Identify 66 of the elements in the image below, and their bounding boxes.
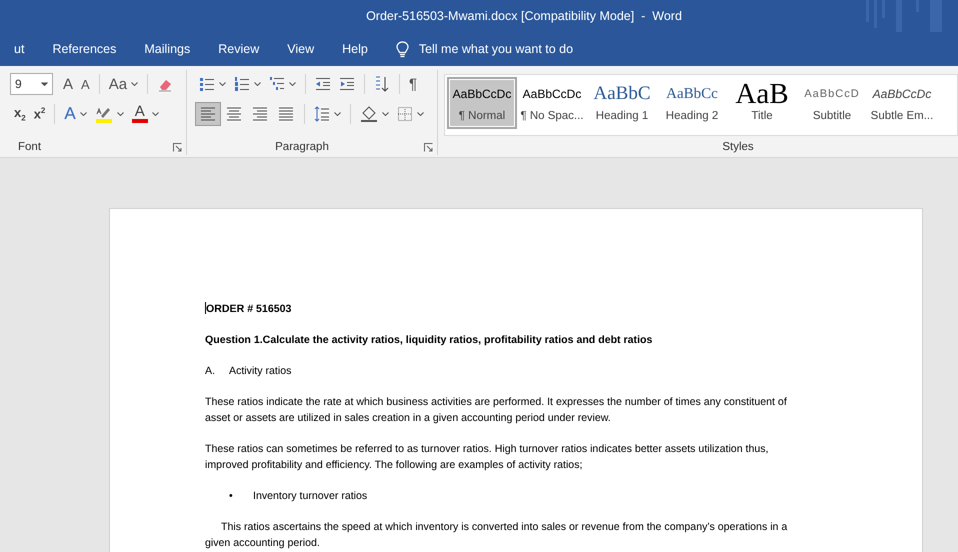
document-paragraph: These ratios indicate the rate at which business activities are performed. It expresses the number of times any constituent of asset or assets are utilized in sales creation in a given accounting period under review. xyxy=(205,395,788,426)
caret-icon xyxy=(417,112,424,116)
style-item[interactable]: AaBbCcDc ¶ Normal xyxy=(447,77,517,129)
style-item[interactable]: AaB Title xyxy=(727,77,797,129)
align-center-icon xyxy=(225,105,243,123)
font-size-field[interactable]: 9 xyxy=(10,73,53,95)
highlighter-icon xyxy=(94,105,113,123)
style-item[interactable]: AaBbCcDc Subtle Em... xyxy=(867,77,937,129)
text-cursor xyxy=(205,302,206,314)
caret-icon xyxy=(254,82,261,86)
line-spacing-icon xyxy=(314,106,330,122)
caret-icon xyxy=(41,82,48,86)
caret-icon xyxy=(116,112,124,116)
caret-icon xyxy=(289,82,296,86)
borders-icon xyxy=(397,106,413,122)
paint-bucket-icon xyxy=(360,105,378,123)
dialog-launcher-icon[interactable] xyxy=(173,143,182,152)
list-marker: • xyxy=(229,489,234,504)
numbered-list-icon xyxy=(234,77,250,91)
subscript-button[interactable]: x$_{2}$ xyxy=(10,102,30,126)
group-label: Styles xyxy=(721,140,755,155)
caret-icon xyxy=(334,112,341,116)
caret-icon xyxy=(382,112,389,116)
window-title: Order-516503-Mwami.docx [Compatibility Mode] - Word xyxy=(366,9,682,23)
shrink-font-button[interactable]: A xyxy=(77,72,94,96)
style-item[interactable]: AaBbCc Heading 2 xyxy=(657,77,727,129)
superscript-button[interactable]: x$^{2}$ xyxy=(30,102,50,126)
document-heading: ORDER # 516503 xyxy=(206,303,292,315)
align-left-icon xyxy=(199,105,217,123)
document-paragraph: These ratios can sometimes be referred to as turnover ratios. High turnover ratios indicates better assets utilization thus, improved profitability and efficiency. The following are examples of activity ratios; xyxy=(205,442,770,473)
dialog-launcher-icon[interactable] xyxy=(424,143,433,152)
ribbon-tab[interactable]: Help xyxy=(328,32,382,66)
caret-icon xyxy=(152,112,159,116)
sort-icon xyxy=(374,76,390,92)
caret-icon xyxy=(131,82,138,86)
document-heading: Question 1.Calculate the activity ratios, liquidity ratios, profitability ratios and debt ratios xyxy=(205,333,654,348)
show-marks-button[interactable]: ¶ xyxy=(405,72,422,96)
style-item[interactable]: AaBbCcD Subtitle xyxy=(797,77,867,129)
bullet-list-icon xyxy=(199,77,215,91)
style-item[interactable]: AaBbCcDc ¶ No Spac... xyxy=(517,77,587,129)
list-marker: A. xyxy=(205,364,216,379)
increase-indent-icon xyxy=(339,77,355,91)
ribbon-tab[interactable]: Mailings xyxy=(130,32,204,66)
ribbon-tab[interactable]: ut xyxy=(0,32,38,66)
grow-font-button[interactable]: A xyxy=(59,72,78,96)
multilevel-list-icon xyxy=(269,77,285,91)
decrease-indent-icon xyxy=(315,77,331,91)
caret-icon xyxy=(219,82,226,86)
font-color-button[interactable]: A xyxy=(128,102,163,126)
ribbon-tab[interactable]: Review xyxy=(204,32,274,66)
align-justify-icon xyxy=(277,105,295,123)
ribbon-tab[interactable]: View xyxy=(273,32,328,66)
align-left-button[interactable] xyxy=(195,102,221,126)
text-effects-button[interactable]: A xyxy=(60,102,91,126)
group-label: Font xyxy=(17,140,42,155)
lightbulb-icon xyxy=(396,40,409,58)
caret-icon xyxy=(80,112,87,116)
list-item-text: Inventory turnover ratios xyxy=(253,489,368,504)
tell-me-field[interactable]: Tell me what you want to do xyxy=(418,42,619,56)
group-label: Paragraph xyxy=(274,140,330,155)
align-right-icon xyxy=(251,105,269,123)
change-case-button[interactable]: Aa xyxy=(104,72,142,96)
style-item[interactable]: AaBbC Heading 1 xyxy=(587,77,657,129)
ribbon-tab[interactable]: References xyxy=(38,32,130,66)
document-paragraph: This ratios ascertains the speed at which inventory is converted into sales or revenue from the company’s operations in a given accounting period. xyxy=(205,520,788,551)
list-item-text: Activity ratios xyxy=(229,364,292,379)
